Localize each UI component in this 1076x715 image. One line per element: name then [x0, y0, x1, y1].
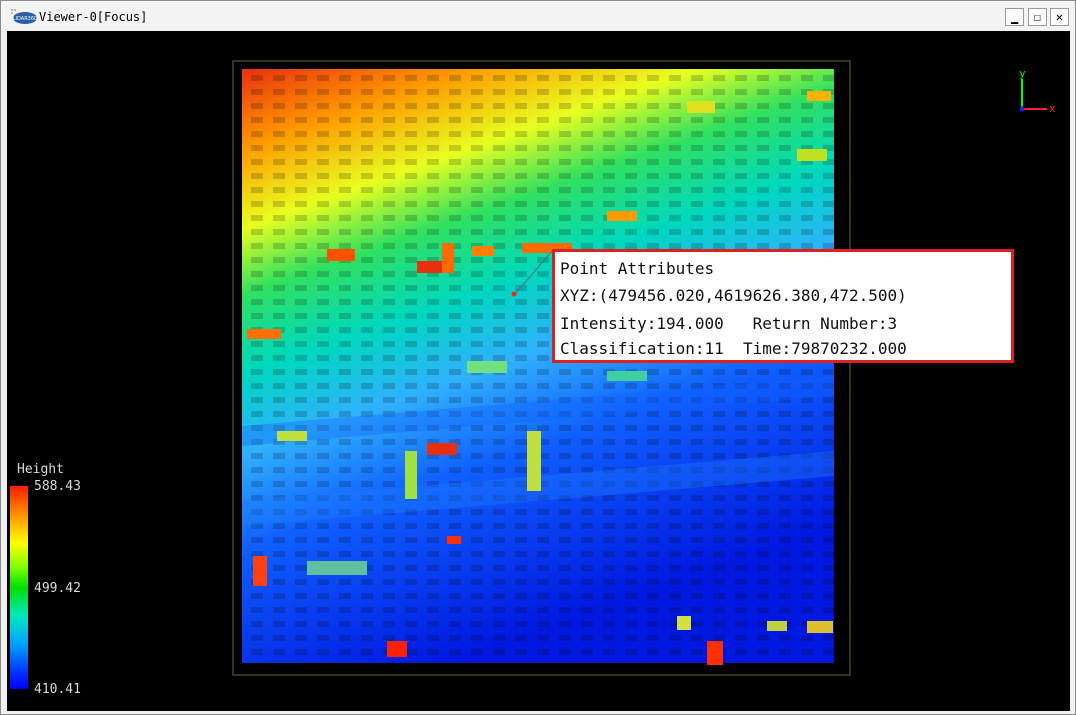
legend-min-value: 410.41	[34, 682, 81, 697]
maximize-icon: ☐	[1033, 10, 1042, 24]
popup-title: Point Attributes	[560, 259, 715, 278]
picked-point-marker	[511, 291, 517, 297]
3d-viewport[interactable]: y x Point Attributes XYZ:(479456.020,461…	[7, 31, 1070, 711]
height-color-bar	[10, 486, 28, 689]
legend-max-value: 588.43	[34, 479, 81, 494]
minimize-button[interactable]: ▁	[1005, 8, 1024, 26]
popup-classification-time: Classification:11 Time:79870232.000	[560, 339, 907, 358]
popup-intensity-return: Intensity:194.000 Return Number:3	[560, 314, 898, 333]
axis-x-label: x	[1049, 102, 1056, 115]
close-icon: ✕	[1055, 10, 1064, 24]
popup-xyz: XYZ:(479456.020,4619626.380,472.500)	[560, 286, 907, 305]
point-attributes-popup: Point Attributes XYZ:(479456.020,4619626…	[552, 249, 1014, 363]
window-title: Viewer-0[Focus]	[39, 10, 148, 24]
legend-title: Height	[17, 462, 64, 477]
maximize-button[interactable]: ☐	[1028, 8, 1047, 26]
point-cloud-view[interactable]: y x	[7, 31, 1070, 711]
title-bar[interactable]: LIDAR360 Viewer-0[Focus] ▁ ☐ ✕	[1, 1, 1075, 31]
viewer-window: LIDAR360 Viewer-0[Focus] ▁ ☐ ✕ y x Point…	[0, 0, 1076, 715]
app-logo-icon: LIDAR360	[11, 9, 37, 24]
svg-text:LIDAR360: LIDAR360	[13, 16, 37, 22]
axis-gizmo: y x	[1019, 67, 1056, 115]
legend-mid-value: 499.42	[34, 581, 81, 596]
axis-y-label: y	[1019, 67, 1026, 80]
minimize-icon: ▁	[1010, 10, 1019, 24]
close-button[interactable]: ✕	[1050, 8, 1069, 26]
